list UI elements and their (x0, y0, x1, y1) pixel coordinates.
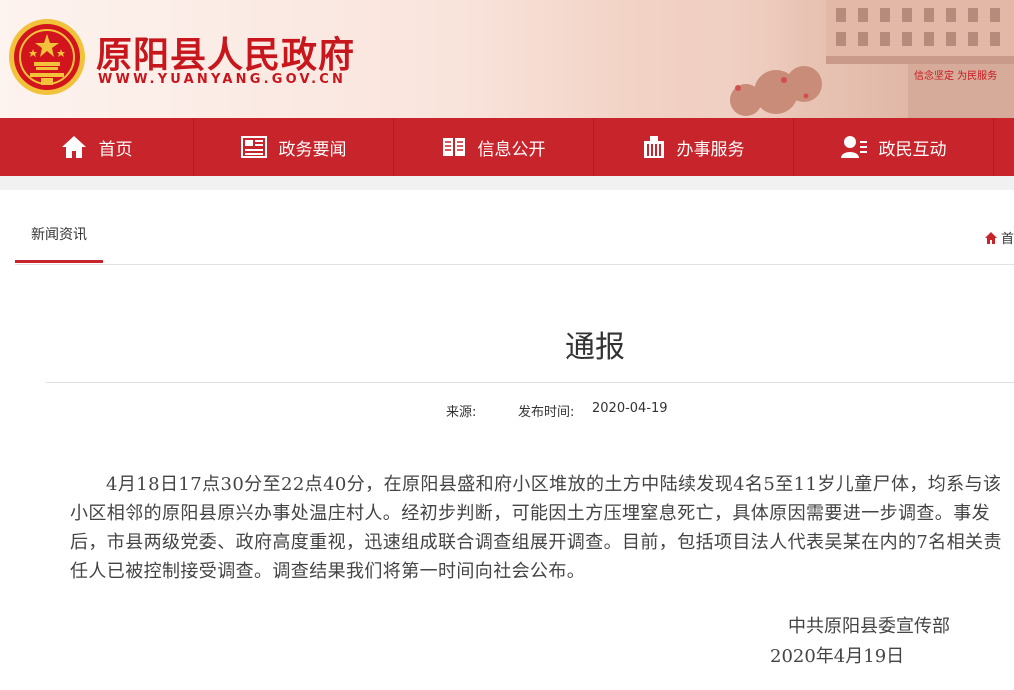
home-icon (61, 136, 86, 158)
national-emblem-icon (9, 19, 85, 95)
nav-interaction[interactable]: 政民互动 (794, 118, 994, 176)
article-paragraph: 4月18日17点30分至22点40分，在原阳县盛和府小区堆放的土方中陆续发现4名… (70, 474, 1002, 582)
signature-org: 中共原阳县委宣传部 (788, 616, 950, 637)
tab-news[interactable]: 新闻资讯 (15, 208, 103, 263)
article-body: 4月18日17点30分至22点40分，在原阳县盛和府小区堆放的土方中陆续发现4名… (70, 470, 1014, 586)
nav-home[interactable]: 首页 (0, 118, 194, 176)
nav-interaction-label: 政民互动 (878, 139, 947, 160)
nav-information-disclosure[interactable]: 信息公开 (394, 118, 594, 176)
svg-text:信念坚定 为民服务: 信念坚定 为民服务 (914, 69, 997, 82)
signature-date: 2020年4月19日 (770, 646, 905, 667)
user-group-icon (840, 136, 867, 158)
government-building-image: 信念坚定 为民服务 (686, 0, 1014, 118)
article-title: 通报 (565, 330, 625, 365)
nav-home-label: 首页 (98, 139, 133, 160)
section-divider (0, 176, 1014, 190)
newspaper-icon (240, 136, 267, 158)
section-tabbar: 新闻资讯 首 (15, 208, 1014, 265)
source-label: 来源: (446, 405, 477, 420)
publish-date-label: 发布时间: (518, 405, 575, 420)
nav-services[interactable]: 办事服务 (594, 118, 794, 176)
breadcrumb-label: 首 (1000, 232, 1014, 247)
site-header: 原阳县人民政府 WWW.YUANYANG.GOV.CN 信念坚定 为民服务 (0, 0, 1014, 118)
main-nav: 首页 政务要闻 信息公开 办事服务 政民互动 (0, 118, 1014, 176)
nav-government-news-label: 政务要闻 (278, 139, 347, 160)
building-icon (643, 136, 664, 158)
home-icon (984, 231, 997, 244)
publish-date: 2020-04-19 (592, 401, 668, 416)
breadcrumb[interactable]: 首 (984, 228, 1014, 247)
book-icon (442, 138, 465, 156)
nav-services-label: 办事服务 (676, 139, 745, 160)
title-divider (46, 382, 1014, 383)
site-url: WWW.YUANYANG.GOV.CN (98, 72, 347, 87)
nav-information-disclosure-label: 信息公开 (477, 139, 546, 160)
site-title[interactable]: 原阳县人民政府 (96, 26, 355, 78)
nav-government-news[interactable]: 政务要闻 (194, 118, 394, 176)
